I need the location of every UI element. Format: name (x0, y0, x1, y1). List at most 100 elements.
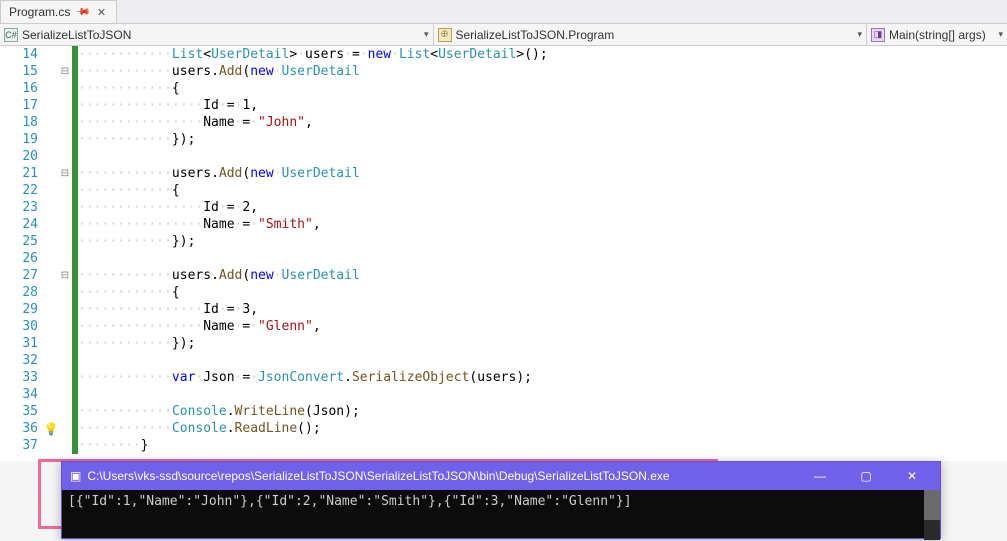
gutter-row: 16 (0, 80, 78, 97)
console-output-area[interactable]: [{"Id":1,"Name":"John"},{"Id":2,"Name":"… (62, 490, 940, 540)
lightbulb-icon[interactable]: 💡 (44, 422, 59, 436)
code-line[interactable]: ············Console.ReadLine(); (78, 420, 1007, 437)
gutter-row: 17 (0, 97, 78, 114)
line-number: 28 (0, 285, 44, 300)
code-line[interactable]: ············}); (78, 233, 1007, 250)
chevron-down-icon: ▾ (424, 29, 429, 40)
gutter-row: 24 (0, 216, 78, 233)
gutter-row: 34 (0, 386, 78, 403)
chevron-down-icon: ▾ (998, 29, 1003, 40)
gutter-row: 18 (0, 114, 78, 131)
gutter-row: 30 (0, 318, 78, 335)
line-number: 35 (0, 404, 44, 419)
code-line[interactable]: ············}); (78, 131, 1007, 148)
code-line[interactable]: ············}); (78, 335, 1007, 352)
gutter-row: 27 ⊟ (0, 267, 78, 284)
code-line[interactable]: ············List<UserDetail>·users·=·new… (78, 46, 1007, 63)
minimize-button[interactable]: — (800, 462, 840, 490)
console-scrollbar-thumb[interactable] (924, 490, 940, 520)
gutter-row: 37 (0, 437, 78, 454)
fold-margin[interactable]: ⊟ (58, 270, 72, 281)
gutter-row: 20 (0, 148, 78, 165)
glyph-margin: 💡 (44, 422, 58, 436)
gutter-row: 23 (0, 199, 78, 216)
tab-title: Program.cs (9, 5, 70, 19)
console-app-icon: ▣ (70, 469, 81, 483)
gutter-row: 25 (0, 233, 78, 250)
close-button[interactable]: ✕ (892, 462, 932, 490)
code-line[interactable]: ················Id·=·1, (78, 97, 1007, 114)
class-icon: 🕀 (438, 28, 452, 42)
chevron-down-icon: ▾ (857, 29, 862, 40)
document-tab[interactable]: Program.cs 📌 ✕ (0, 0, 117, 23)
line-number: 26 (0, 251, 44, 266)
code-line[interactable]: ············Console.WriteLine(Json); (78, 403, 1007, 420)
line-number: 20 (0, 149, 44, 164)
code-line[interactable]: ············{ (78, 284, 1007, 301)
gutter-row: 29 (0, 301, 78, 318)
document-tab-bar: Program.cs 📌 ✕ (0, 0, 1007, 24)
line-number: 23 (0, 200, 44, 215)
line-number: 15 (0, 64, 44, 79)
gutter-row: 32 (0, 352, 78, 369)
method-icon: ◨ (871, 28, 885, 42)
console-title-bar[interactable]: ▣ C:\Users\vks-ssd\source\repos\Serializ… (62, 462, 940, 490)
code-line[interactable]: ············users.Add(new·UserDetail (78, 165, 1007, 182)
code-line[interactable]: ················Name·=·"Glenn", (78, 318, 1007, 335)
fold-margin[interactable]: ⊟ (58, 168, 72, 179)
pin-icon[interactable]: 📌 (74, 4, 91, 21)
line-number: 19 (0, 132, 44, 147)
class-dropdown[interactable]: 🕀 SerializeListToJSON.Program ▾ (434, 24, 868, 45)
navigation-bar: C# SerializeListToJSON ▾ 🕀 SerializeList… (0, 24, 1007, 46)
line-number: 29 (0, 302, 44, 317)
code-editor[interactable]: 1415 ⊟ 16 17 18 19 20 21 ⊟ 22 23 242526 27 ⊟ 28 29 30 31 3… (0, 46, 1007, 461)
code-line[interactable]: ············users.Add(new·UserDetail (78, 63, 1007, 80)
line-number: 21 (0, 166, 44, 181)
code-area[interactable]: ············List<UserDetail>·users·=·new… (78, 46, 1007, 461)
line-number: 18 (0, 115, 44, 130)
code-line[interactable] (78, 148, 1007, 165)
code-line[interactable]: ················Name·=·"John", (78, 114, 1007, 131)
line-number: 17 (0, 98, 44, 113)
code-line[interactable]: ············var·Json·=·JsonConvert.Seria… (78, 369, 1007, 386)
line-number: 16 (0, 81, 44, 96)
code-line[interactable] (78, 352, 1007, 369)
member-label: Main(string[] args) (889, 28, 986, 42)
code-line[interactable]: ············users.Add(new·UserDetail (78, 267, 1007, 284)
code-line[interactable]: ················Id·=·3, (78, 301, 1007, 318)
code-line[interactable]: ················Id·=·2, (78, 199, 1007, 216)
line-number: 37 (0, 438, 44, 453)
gutter-row: 15 ⊟ (0, 63, 78, 80)
gutter-row: 28 (0, 284, 78, 301)
line-number: 24 (0, 217, 44, 232)
namespace-dropdown[interactable]: C# SerializeListToJSON ▾ (0, 24, 434, 45)
line-number: 36 (0, 421, 44, 436)
line-number: 31 (0, 336, 44, 351)
console-scrollbar[interactable] (924, 490, 940, 540)
maximize-button[interactable]: ▢ (846, 462, 886, 490)
namespace-label: SerializeListToJSON (22, 28, 131, 42)
console-title-text: C:\Users\vks-ssd\source\repos\SerializeL… (87, 469, 669, 483)
line-number: 22 (0, 183, 44, 198)
member-dropdown[interactable]: ◨ Main(string[] args) ▾ (867, 24, 1007, 45)
gutter-row: 21 ⊟ (0, 165, 78, 182)
code-line[interactable] (78, 386, 1007, 403)
console-window[interactable]: ▣ C:\Users\vks-ssd\source\repos\Serializ… (61, 461, 941, 539)
gutter-row: 22 (0, 182, 78, 199)
line-number: 32 (0, 353, 44, 368)
code-line[interactable]: ················Name·=·"Smith", (78, 216, 1007, 233)
csharp-file-icon: C# (4, 28, 18, 42)
gutter-row: 31 (0, 335, 78, 352)
code-line[interactable]: ············{ (78, 182, 1007, 199)
gutter-row: 33 (0, 369, 78, 386)
line-number: 30 (0, 319, 44, 334)
line-number: 34 (0, 387, 44, 402)
code-line[interactable]: ············{ (78, 80, 1007, 97)
gutter-row: 19 (0, 131, 78, 148)
code-line[interactable] (78, 250, 1007, 267)
close-icon[interactable]: ✕ (95, 6, 108, 19)
code-line[interactable]: ········} (78, 437, 1007, 454)
fold-margin[interactable]: ⊟ (58, 66, 72, 77)
line-number: 27 (0, 268, 44, 283)
gutter-row: 14 (0, 46, 78, 63)
